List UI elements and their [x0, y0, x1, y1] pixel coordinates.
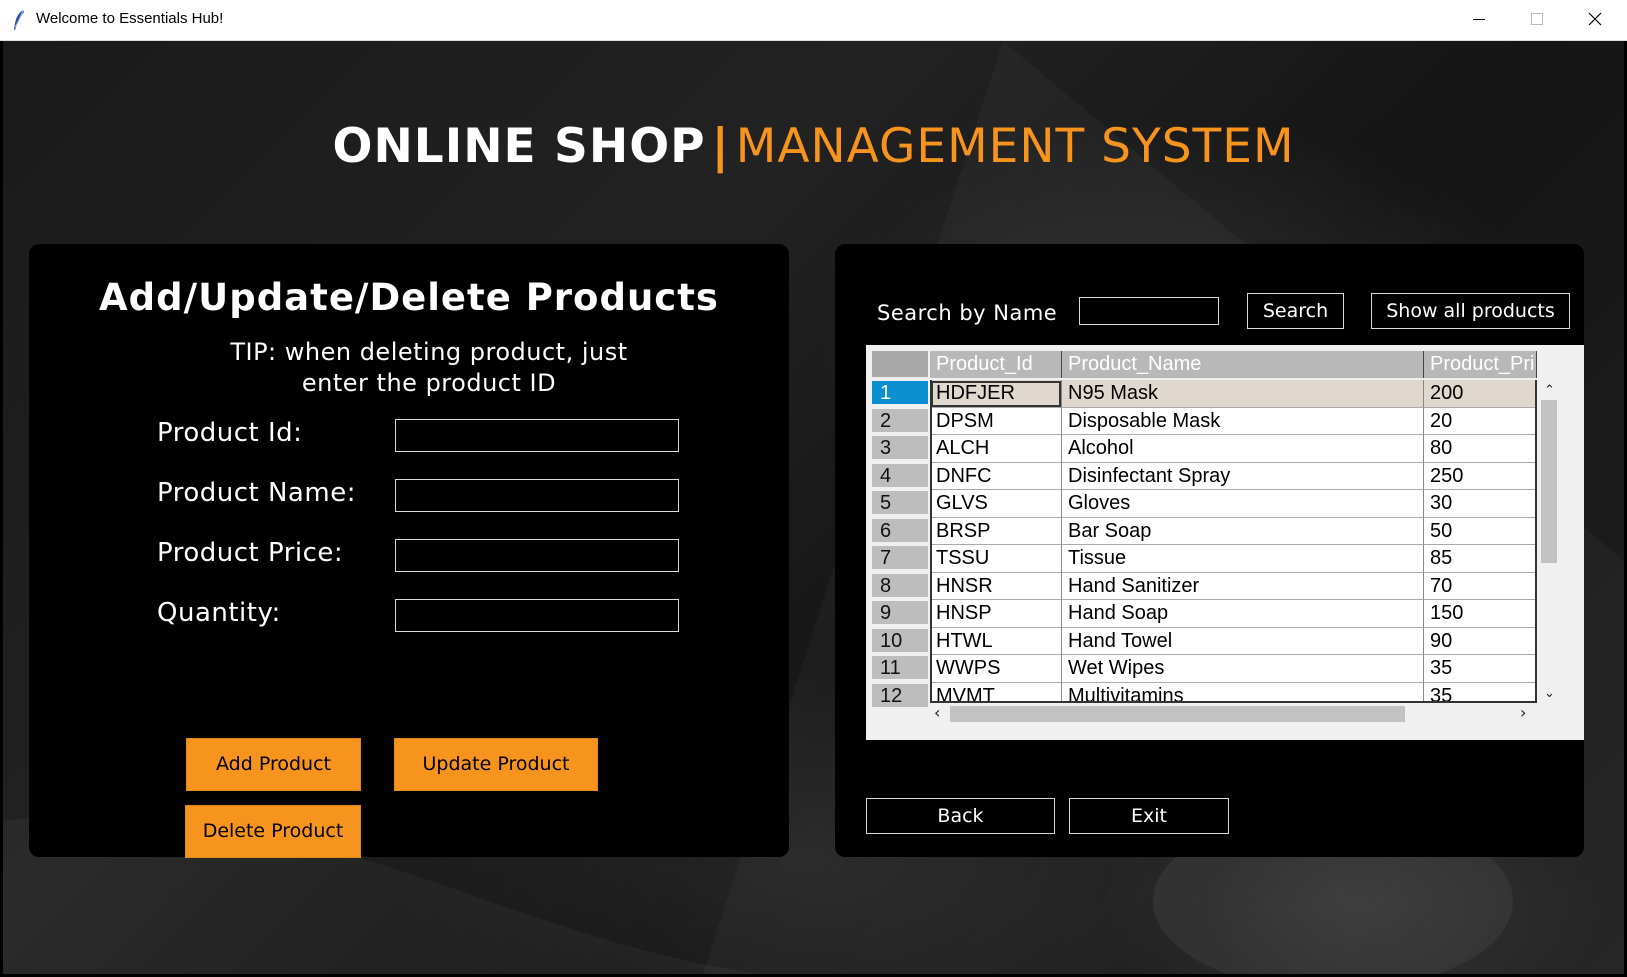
cell-product-name[interactable]: Hand Sanitizer	[1062, 572, 1424, 600]
cell-product-id[interactable]: DPSM	[930, 407, 1062, 435]
column-header-product-id[interactable]: Product_Id	[930, 351, 1062, 378]
row-number[interactable]: 2	[872, 408, 928, 434]
cell-product-price[interactable]: 85	[1424, 545, 1537, 573]
cell-product-name[interactable]: Wet Wipes	[1062, 655, 1424, 683]
scroll-down-icon[interactable]: ⌄	[1544, 687, 1555, 700]
cell-product-name[interactable]: Bar Soap	[1062, 517, 1424, 545]
cell-product-price[interactable]: 30	[1424, 490, 1537, 518]
title-bar: Welcome to Essentials Hub!	[0, 0, 1627, 41]
row-number[interactable]: 11	[872, 656, 928, 681]
show-all-products-button[interactable]: Show all products	[1371, 293, 1570, 329]
app-feather-icon	[14, 9, 24, 30]
header-title-primary: ONLINE SHOP	[332, 119, 706, 174]
close-button[interactable]	[1566, 0, 1624, 40]
row-number[interactable]: 8	[872, 573, 928, 599]
cell-product-price[interactable]: 200	[1424, 380, 1537, 408]
form-title: Add/Update/Delete Products	[99, 276, 719, 319]
cell-product-id[interactable]: HNSP	[930, 600, 1062, 628]
cell-product-price[interactable]: 90	[1424, 627, 1537, 655]
product-list-panel: Search by Name Search Show all products …	[835, 244, 1584, 857]
cell-product-id[interactable]: ALCH	[930, 435, 1062, 463]
cell-product-price[interactable]: 50	[1424, 517, 1537, 545]
row-number[interactable]: 4	[872, 463, 928, 489]
cell-product-price[interactable]: 150	[1424, 600, 1537, 628]
product-id-label: Product Id:	[157, 418, 303, 448]
cell-product-name[interactable]: N95 Mask	[1062, 380, 1424, 408]
search-button[interactable]: Search	[1247, 293, 1344, 329]
products-grid: Product_Id Product_Name Product_Pri 1 HDF…	[866, 345, 1566, 713]
scroll-up-icon[interactable]: ⌃	[1544, 384, 1555, 397]
form-tip-line2: enter the product ID	[301, 369, 557, 397]
quantity-input[interactable]	[395, 599, 679, 632]
product-form-panel: Add/Update/Delete Products TIP: when del…	[29, 244, 789, 858]
row-number[interactable]: 1	[872, 381, 928, 406]
maximize-icon	[1531, 13, 1543, 25]
horizontal-scrollbar[interactable]: ‹ ›	[930, 703, 1538, 725]
row-number[interactable]: 7	[872, 546, 928, 571]
cell-product-id[interactable]: WWPS	[930, 655, 1062, 683]
quantity-label: Quantity:	[157, 598, 281, 628]
row-number[interactable]: 9	[872, 601, 928, 626]
cell-product-id[interactable]: TSSU	[930, 545, 1062, 573]
cell-product-name[interactable]: Disinfectant Spray	[1062, 462, 1424, 490]
minimize-icon	[1473, 19, 1485, 20]
cell-product-id[interactable]: GLVS	[930, 490, 1062, 518]
update-product-button[interactable]: Update Product	[394, 738, 598, 791]
column-header-product-price[interactable]: Product_Pri	[1424, 351, 1537, 378]
product-id-input[interactable]	[395, 419, 679, 452]
maximize-button[interactable]	[1508, 0, 1566, 40]
app-window: ONLINE SHOP | MANAGEMENT SYSTEM Add/Update…	[3, 41, 1624, 974]
form-tip-line1: TIP: when deleting product, just	[230, 338, 628, 366]
vertical-scroll-thumb[interactable]	[1541, 400, 1557, 563]
product-price-label: Product Price:	[157, 538, 344, 568]
scroll-right-icon[interactable]: ›	[1520, 705, 1526, 721]
exit-button[interactable]: Exit	[1069, 798, 1229, 834]
row-number[interactable]: 6	[872, 518, 928, 544]
minimize-button[interactable]	[1450, 0, 1508, 40]
header-title-secondary: MANAGEMENT SYSTEM	[735, 119, 1295, 174]
cell-product-id[interactable]: BRSP	[930, 517, 1062, 545]
page-header: ONLINE SHOP | MANAGEMENT SYSTEM	[3, 119, 1624, 174]
search-label: Search by Name	[877, 301, 1058, 325]
cell-product-name[interactable]: Tissue	[1062, 545, 1424, 573]
cell-product-id[interactable]: DNFC	[930, 462, 1062, 490]
row-number[interactable]: 3	[872, 436, 928, 461]
add-product-button[interactable]: Add Product	[186, 738, 361, 791]
close-icon	[1588, 12, 1602, 26]
form-tip: TIP: when deleting product, just enter t…	[169, 337, 689, 399]
cell-product-id[interactable]: HDFJER	[930, 380, 1062, 408]
products-table: Product_Id Product_Name Product_Pri 1 HDF…	[866, 345, 1584, 740]
search-input[interactable]	[1079, 297, 1219, 325]
cell-product-price[interactable]: 35	[1424, 655, 1537, 683]
scroll-left-icon[interactable]: ‹	[934, 705, 940, 721]
cell-product-price[interactable]: 20	[1424, 407, 1537, 435]
cell-product-name[interactable]: Hand Towel	[1062, 627, 1424, 655]
back-button[interactable]: Back	[866, 798, 1055, 834]
cell-product-price[interactable]: 250	[1424, 462, 1537, 490]
product-price-input[interactable]	[395, 539, 679, 572]
row-number[interactable]: 5	[872, 491, 928, 516]
product-name-input[interactable]	[395, 479, 679, 512]
column-header-product-name[interactable]: Product_Name	[1062, 351, 1424, 378]
delete-product-button[interactable]: Delete Product	[185, 805, 361, 858]
table-corner	[872, 351, 928, 377]
vertical-scrollbar[interactable]: ⌃ ⌄	[1538, 380, 1560, 704]
cell-product-price[interactable]: 80	[1424, 435, 1537, 463]
horizontal-scroll-thumb[interactable]	[950, 706, 1405, 722]
header-separator: |	[711, 119, 730, 174]
window-title: Welcome to Essentials Hub!	[36, 10, 224, 27]
cell-product-name[interactable]: Disposable Mask	[1062, 407, 1424, 435]
row-number[interactable]: 10	[872, 628, 928, 654]
cell-product-price[interactable]: 70	[1424, 572, 1537, 600]
cell-product-name[interactable]: Hand Soap	[1062, 600, 1424, 628]
row-number[interactable]: 12	[872, 683, 928, 709]
cell-product-name[interactable]: Alcohol	[1062, 435, 1424, 463]
cell-product-id[interactable]: HTWL	[930, 627, 1062, 655]
cell-product-name[interactable]: Gloves	[1062, 490, 1424, 518]
product-name-label: Product Name:	[157, 478, 356, 508]
cell-product-id[interactable]: HNSR	[930, 572, 1062, 600]
